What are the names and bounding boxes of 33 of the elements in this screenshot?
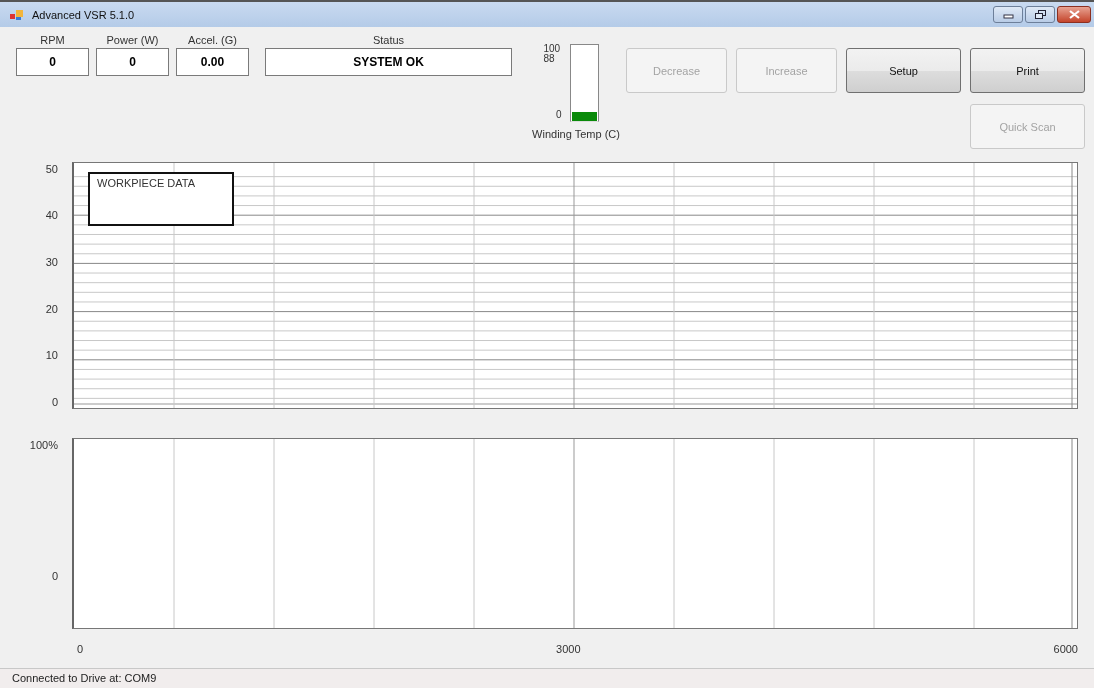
scale-label: 0 (555, 110, 563, 121)
axis-label: 30 (45, 255, 58, 269)
axis-label: 10 (45, 348, 58, 363)
axis-label: 0 (51, 394, 58, 409)
command-button[interactable]: Print (970, 48, 1085, 94)
command-button[interactable]: Setup (846, 48, 961, 94)
axis-label: 0 (77, 642, 84, 657)
axis-label: 50 (45, 161, 58, 176)
readout-field: 0.00 (176, 48, 249, 77)
field-label: Power (W) (106, 34, 159, 48)
readout-field: 0 (16, 48, 89, 77)
app-icon (10, 8, 24, 21)
axis-label: 20 (45, 301, 58, 316)
axis-label: 40 (45, 208, 58, 223)
field-label: Accel. (G) (188, 34, 237, 48)
readout-field: SYSTEM OK (265, 48, 512, 77)
axis-label: 100% (29, 437, 58, 452)
field-label: RPM (40, 34, 65, 48)
gauge-caption: Winding Temp (C) (532, 128, 620, 141)
legend-label: WORKPIECE DATA (88, 171, 234, 226)
readout-field: 0 (96, 48, 169, 77)
window-title: Advanced VSR 5.1.0 (32, 8, 135, 21)
restore-button[interactable] (1025, 6, 1055, 24)
scale-label: 100 (543, 44, 561, 55)
axis-label: 0 (51, 568, 58, 583)
field-label: Status (372, 34, 405, 48)
axis-label: 6000 (1053, 642, 1078, 657)
close-icon (1068, 10, 1080, 20)
close-button[interactable] (1057, 6, 1091, 24)
restore-icon (1034, 10, 1046, 20)
connection-status: Connected to Drive at: COM9 (12, 672, 157, 685)
scale-label: 88 (543, 54, 555, 65)
axis-label: 3000 (556, 642, 581, 657)
